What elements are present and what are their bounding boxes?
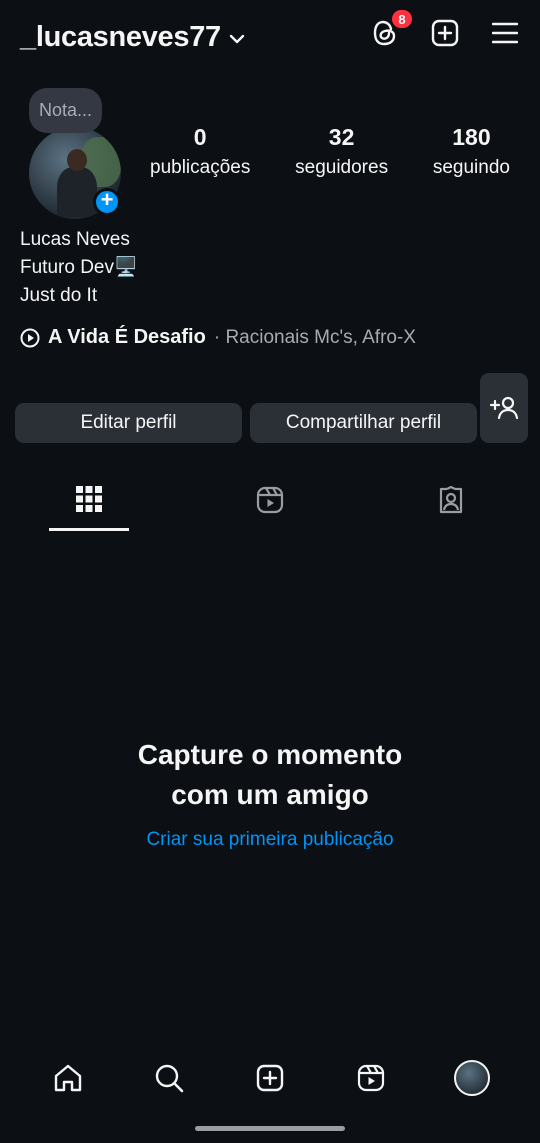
chevron-down-icon[interactable] [229,33,245,45]
music-song: A Vida É Desafio [48,326,206,348]
stat-value: 0 [193,124,207,150]
music-artists: · Racionais Mc's, Afro-X [213,326,416,348]
edit-profile-button[interactable]: Editar perfil [15,403,242,443]
nav-create[interactable] [245,1053,295,1103]
nav-profile[interactable] [447,1053,497,1103]
threads-button[interactable]: 8 [370,8,414,48]
home-icon [55,1064,82,1092]
nav-search[interactable] [144,1053,194,1103]
create-button[interactable] [430,18,460,48]
stat-value: 180 [452,124,491,150]
play-circle-icon [20,328,40,347]
stat-posts[interactable]: 0 publicações [150,124,250,179]
stat-value: 32 [328,124,355,150]
add-person-icon [489,396,519,420]
profile-tabs [0,480,540,532]
stat-following[interactable]: 180 seguindo [433,124,510,179]
tab-tagged[interactable] [411,480,491,528]
note-bubble[interactable]: Nota... [29,88,103,133]
profile-stats: 0 publicações 32 seguidores 180 seguindo [150,124,510,179]
avatar-head [67,149,87,171]
nav-home[interactable] [43,1053,93,1103]
menu-button[interactable] [490,18,520,48]
create-first-post-link[interactable]: Criar sua primeira publicação [0,829,540,851]
plus-square-icon [256,1064,284,1092]
home-indicator[interactable] [195,1126,345,1131]
profile-avatar-small [453,1060,490,1096]
top-bar: _lucasneves77 8 [20,8,520,60]
stat-label: publicações [150,157,251,178]
plus-square-icon [431,19,459,47]
hamburger-menu-icon [492,22,518,44]
notification-badge: 8 [390,8,414,30]
tagged-person-icon [439,486,463,514]
add-story-button[interactable]: + [93,188,121,216]
reels-icon [357,1064,384,1092]
bio-line: Just do It [20,285,98,306]
profile-music[interactable]: A Vida É Desafio · Racionais Mc's, Afro-… [20,326,416,349]
empty-state: Capture o momento com um amigo Criar sua… [0,735,540,851]
stat-label: seguidores [295,157,389,178]
nav-reels[interactable] [346,1053,396,1103]
stat-label: seguindo [432,157,510,178]
empty-state-title: Capture o momento [137,739,403,770]
stat-followers[interactable]: 32 seguidores [295,124,388,179]
empty-state-title: com um amigo [171,779,369,810]
grid-icon [76,486,102,512]
tab-reels[interactable] [230,480,310,528]
tab-posts[interactable] [49,480,129,531]
search-icon [155,1064,184,1093]
avatar-figure [57,167,97,217]
profile-name: Lucas Neves [20,229,130,250]
profile-bio: Lucas Neves Futuro Dev🖥️ Just do It [20,226,138,310]
share-profile-button[interactable]: Compartilhar perfil [250,403,477,443]
profile-actions: Editar perfil Compartilhar perfil [15,373,528,443]
bio-line: Futuro Dev🖥️ [20,257,138,278]
discover-people-button[interactable] [480,373,528,443]
reels-icon [256,486,284,514]
username-switcher[interactable]: _lucasneves77 [20,21,221,54]
bottom-navigation [0,1053,540,1103]
